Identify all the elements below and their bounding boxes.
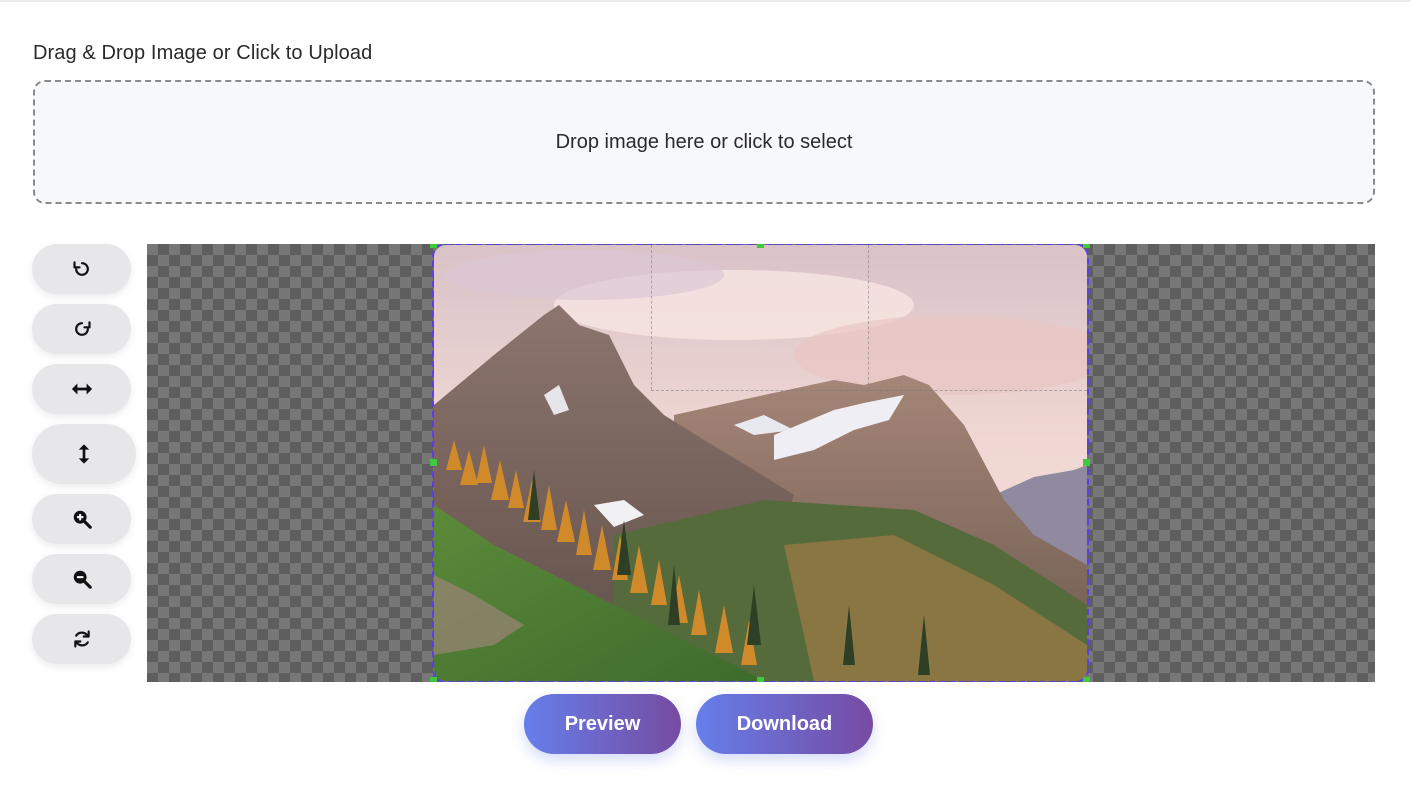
zoom-in-icon (73, 510, 92, 529)
crop-guide-horizontal (651, 390, 1087, 391)
crop-handle-right[interactable] (1083, 459, 1090, 466)
crop-handle-bottom-right[interactable] (1083, 677, 1090, 682)
top-divider (0, 0, 1411, 2)
flip-vertical-button[interactable] (32, 424, 136, 484)
flip-horizontal-icon (71, 383, 92, 395)
rotate-left-icon (72, 261, 89, 276)
crop-handle-top[interactable] (757, 244, 764, 248)
rotate-right-button[interactable] (32, 304, 131, 354)
reset-button[interactable] (32, 614, 131, 664)
flip-vertical-icon (78, 444, 90, 464)
crop-handle-top-right[interactable] (1083, 244, 1090, 248)
zoom-in-button[interactable] (32, 494, 131, 544)
flip-horizontal-button[interactable] (32, 364, 131, 414)
image-canvas[interactable] (147, 244, 1375, 682)
crop-box[interactable] (430, 244, 1090, 682)
zoom-out-button[interactable] (32, 554, 131, 604)
upload-label: Drag & Drop Image or Click to Upload (33, 42, 373, 64)
reset-icon (73, 630, 90, 648)
rotate-right-icon (74, 321, 91, 336)
crop-guide-vertical-1 (651, 245, 652, 390)
crop-handle-top-left[interactable] (430, 244, 437, 248)
preview-button[interactable]: Preview (524, 694, 681, 754)
crop-guide-vertical-2 (868, 245, 869, 390)
dropzone-text: Drop image here or click to select (555, 130, 853, 153)
mountain-photo (434, 245, 1087, 681)
rotate-left-button[interactable] (32, 244, 131, 294)
crop-handle-left[interactable] (430, 459, 437, 466)
image-dropzone[interactable]: Drop image here or click to select (33, 80, 1375, 204)
zoom-out-icon (73, 570, 92, 589)
crop-handle-bottom-left[interactable] (430, 677, 437, 682)
crop-handle-bottom[interactable] (757, 677, 764, 682)
download-button[interactable]: Download (696, 694, 873, 754)
